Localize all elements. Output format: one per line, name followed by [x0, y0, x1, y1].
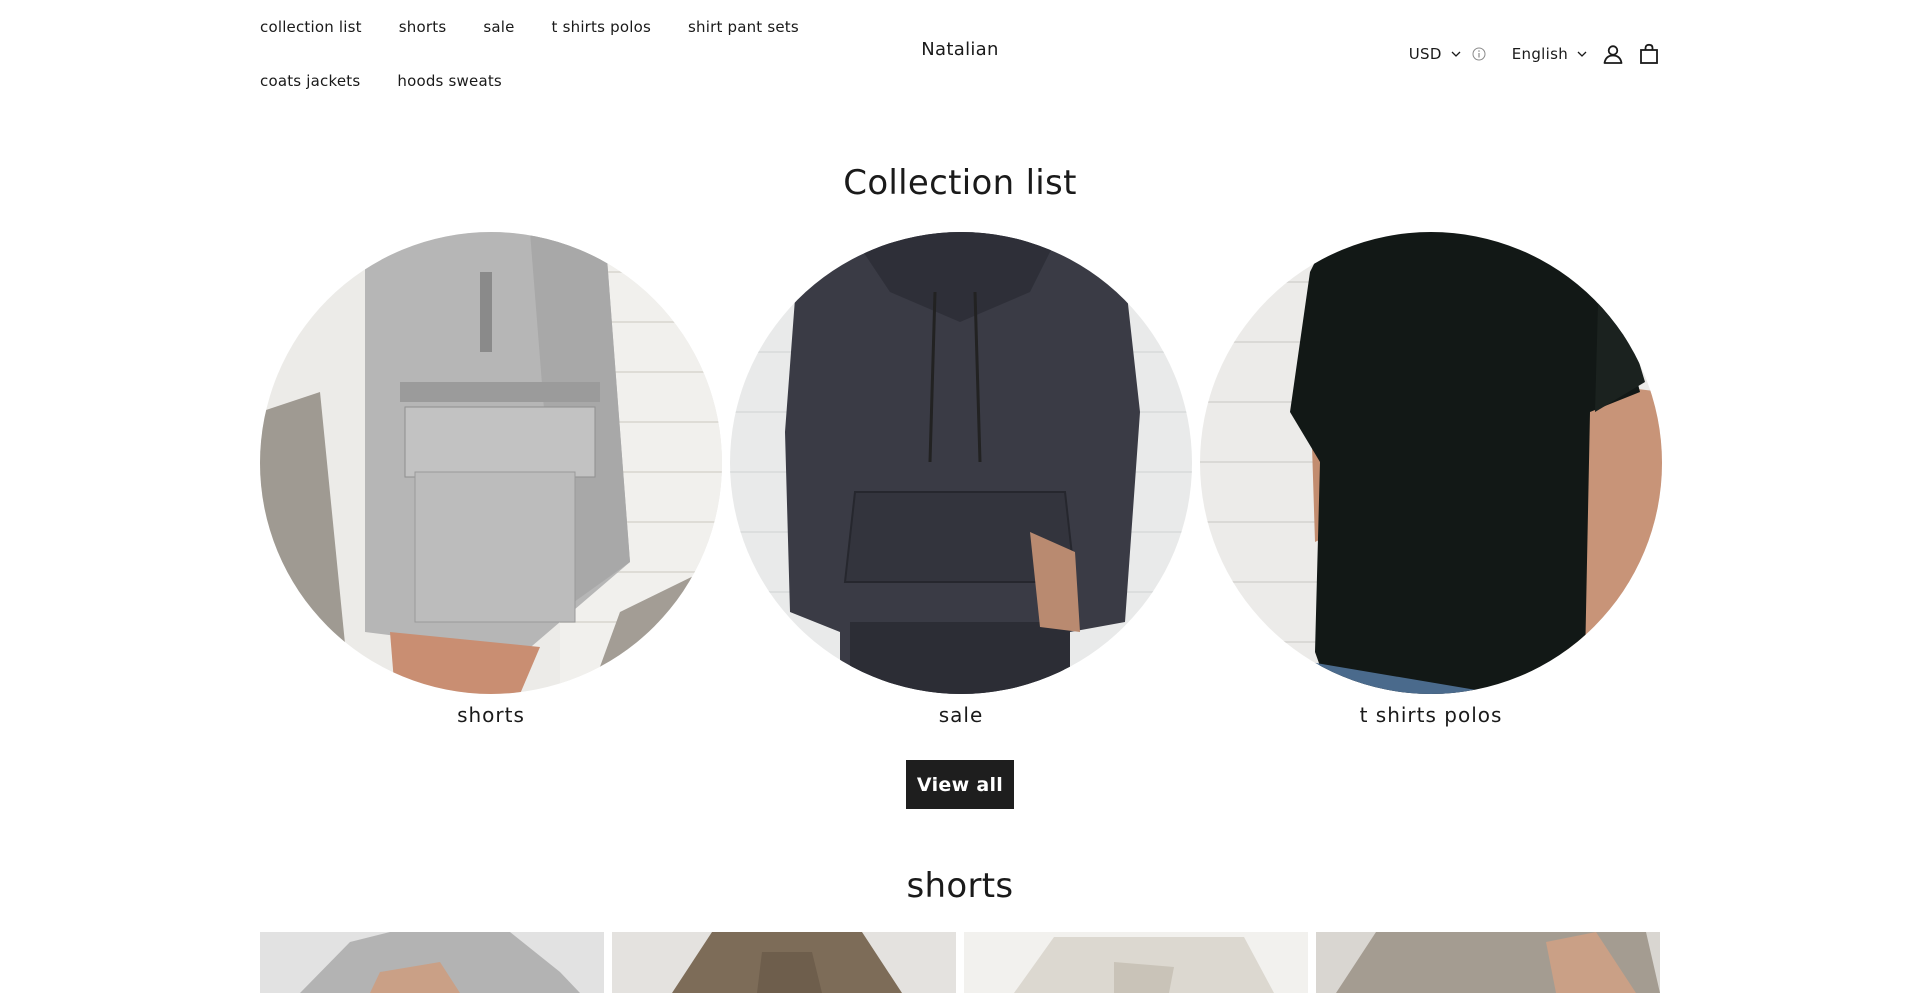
- product-card-1[interactable]: [260, 932, 604, 993]
- nav-item-shirt-pant-sets[interactable]: shirt pant sets: [688, 18, 799, 36]
- product-image-4: [1316, 932, 1660, 993]
- nav-row-1: collection list shorts sale t shirts pol…: [260, 14, 860, 40]
- collection-image-sale: [730, 232, 1192, 694]
- language-selector[interactable]: English: [1512, 45, 1588, 63]
- view-all-button[interactable]: View all: [906, 760, 1014, 809]
- product-image-2: [612, 932, 956, 993]
- site-header: collection list shorts sale t shirts pol…: [0, 0, 1920, 110]
- chevron-down-icon: [1451, 51, 1461, 57]
- collection-label: shorts: [457, 703, 525, 727]
- collection-label: sale: [938, 703, 984, 727]
- nav-item-hoods-sweats[interactable]: hoods sweats: [397, 72, 502, 90]
- collection-title: Collection list: [843, 163, 1077, 203]
- main-nav: collection list shorts sale t shirts pol…: [260, 14, 860, 122]
- brand-logo[interactable]: Natalian: [921, 39, 998, 60]
- collection-image-shorts: [260, 232, 722, 694]
- nav-item-sale[interactable]: sale: [483, 18, 514, 36]
- nav-row-2: coats jackets hoods sweats: [260, 68, 860, 94]
- collection-label: t shirts polos: [1359, 703, 1503, 727]
- product-card-3[interactable]: [964, 932, 1308, 993]
- product-card-2[interactable]: [612, 932, 956, 993]
- cart-icon[interactable]: [1638, 43, 1660, 65]
- currency-selector[interactable]: USD: [1409, 45, 1462, 63]
- product-grid: [260, 932, 1660, 993]
- nav-item-coats-jackets[interactable]: coats jackets: [260, 72, 360, 90]
- product-card-4[interactable]: [1316, 932, 1660, 993]
- info-icon[interactable]: [1472, 47, 1486, 61]
- collection-card-t-shirts-polos[interactable]: t shirts polos: [1200, 232, 1662, 727]
- currency-value: USD: [1408, 45, 1442, 63]
- collection-card-shorts[interactable]: shorts: [260, 232, 722, 727]
- collection-image-t-shirts-polos: [1200, 232, 1662, 694]
- nav-item-collection-list[interactable]: collection list: [260, 18, 362, 36]
- account-icon[interactable]: [1602, 43, 1624, 65]
- nav-item-shorts[interactable]: shorts: [399, 18, 447, 36]
- header-tools: USD English: [1409, 42, 1660, 66]
- product-image-1: [260, 932, 604, 993]
- chevron-down-icon: [1577, 51, 1587, 57]
- collection-card-sale[interactable]: sale: [730, 232, 1192, 727]
- collection-grid: shorts sale t shirts polos: [260, 232, 1662, 732]
- product-image-3: [964, 932, 1308, 993]
- language-value: English: [1511, 45, 1568, 63]
- shorts-section-title: shorts: [906, 866, 1014, 906]
- nav-item-t-shirts-polos[interactable]: t shirts polos: [552, 18, 651, 36]
